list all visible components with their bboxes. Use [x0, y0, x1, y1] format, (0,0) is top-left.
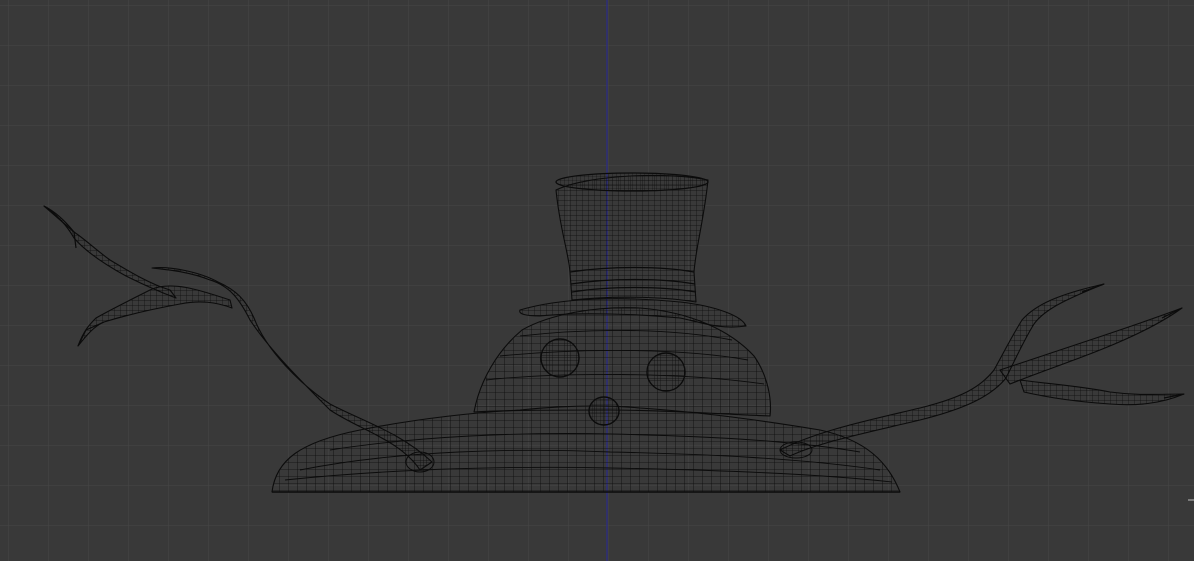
button-eye-right[interactable] [646, 352, 686, 392]
viewport-canvas[interactable] [0, 0, 1194, 561]
3d-viewport[interactable] [0, 0, 1194, 561]
button-nose[interactable] [588, 396, 620, 426]
button-eye-left[interactable] [540, 338, 580, 378]
